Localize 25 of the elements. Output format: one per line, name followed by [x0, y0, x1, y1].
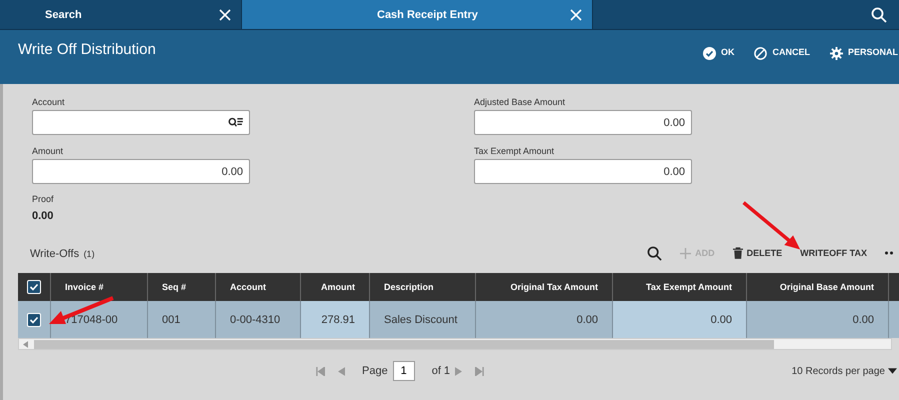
toolbar-button[interactable]: DELETE [732, 247, 782, 259]
input-field[interactable]: 0.00 [474, 110, 692, 135]
page-count: of 1 [432, 365, 450, 377]
proof-value: 0.00 [32, 210, 54, 222]
field-label: Tax Exempt Amount [474, 146, 556, 156]
input-field[interactable]: 0.00 [474, 159, 692, 184]
dialog-title: Write Off Distribution [18, 40, 156, 60]
toolbar-button[interactable]: WRITEOFF TAX [800, 248, 867, 258]
page-label: Page [362, 365, 388, 377]
field-label: Adjusted Base Amount [474, 97, 566, 107]
field-label: Amount [32, 146, 64, 156]
page-size-dropdown[interactable]: 10 Records per page [792, 366, 897, 376]
table-cell: 278.91 [301, 301, 370, 338]
table-cell: 0.00 [613, 301, 747, 338]
tab[interactable]: Cash Receipt Entry [242, 0, 593, 29]
action-button[interactable]: CANCEL [754, 47, 810, 61]
table-row[interactable]: 717048-00 001 0-00-4310 278.91 Sales Discount 0.00 0.00 0.00 [18, 301, 899, 338]
action-button[interactable]: OK [702, 47, 734, 61]
page-field[interactable]: 1 [392, 361, 415, 381]
action-button[interactable]: PERSONAL [830, 47, 898, 61]
record-count: (1) [84, 249, 95, 259]
section-title: Write-Offs [30, 248, 80, 260]
field-label: Account [32, 97, 66, 107]
input-field[interactable]: 0.00 [32, 159, 250, 184]
field-label: Proof [32, 194, 55, 204]
